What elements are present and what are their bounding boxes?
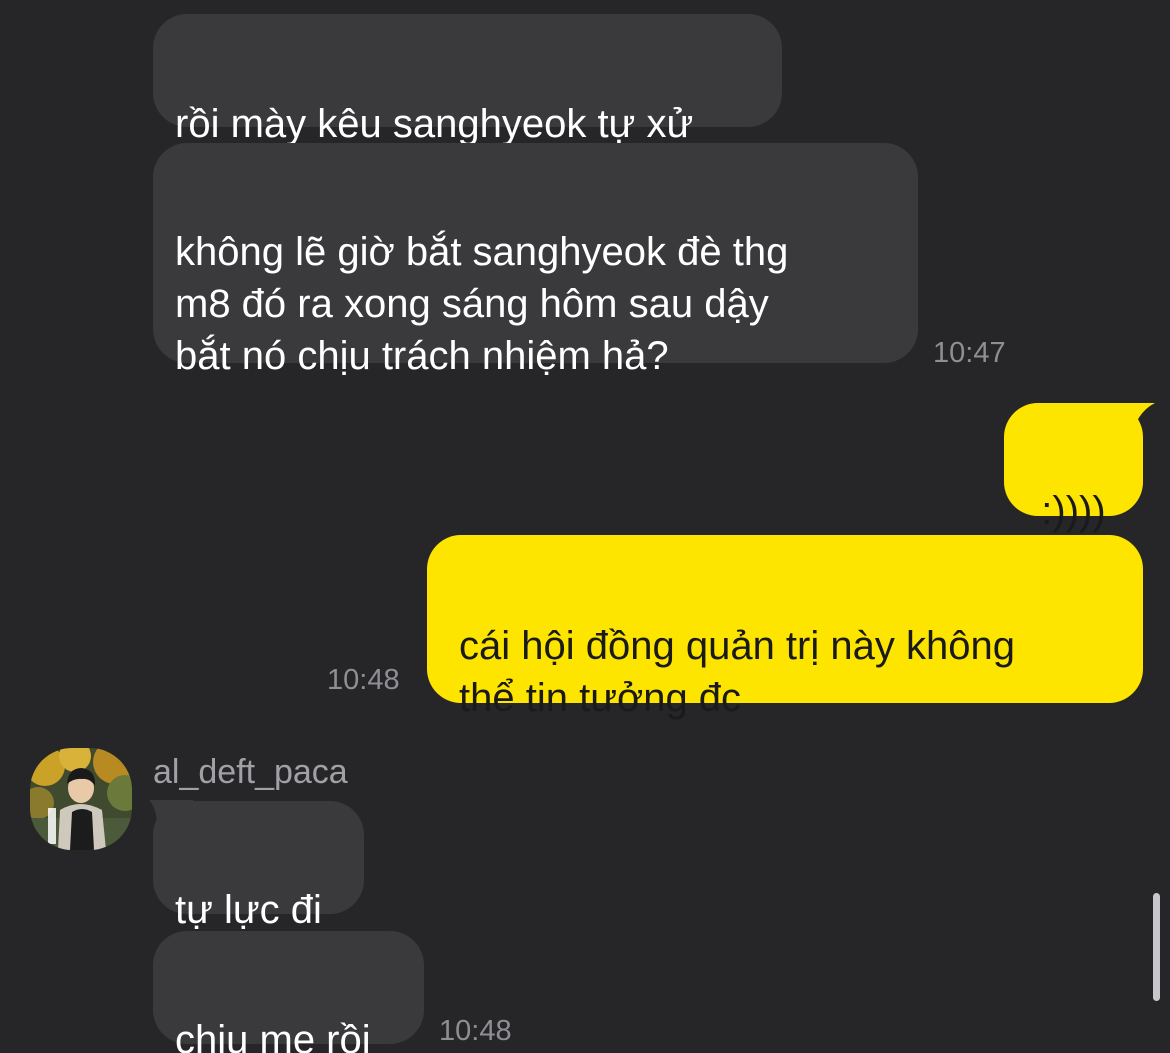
chat-thread[interactable]: rồi mày kêu sanghyeok tự xử không lẽ giờ… [0,0,1170,1053]
avatar-photo-icon [30,748,132,850]
message-timestamp: 10:48 [327,664,400,696]
message-text: không lẽ giờ bắt sanghyeok đè thg m8 đó … [175,230,789,378]
incoming-message-bubble[interactable]: rồi mày kêu sanghyeok tự xử [153,14,782,146]
sender-avatar[interactable] [30,748,132,850]
incoming-message-bubble[interactable]: không lẽ giờ bắt sanghyeok đè thg m8 đó … [153,143,918,378]
message-text: :)))) [1041,489,1106,533]
message-text: tự lực đi [175,888,322,932]
scrollbar-thumb[interactable] [1153,893,1160,1001]
message-text: chịu mẹ rồi [175,1018,371,1053]
message-timestamp: 10:48 [439,1015,512,1047]
outgoing-message-bubble[interactable]: :)))) [1004,403,1143,533]
incoming-message-bubble[interactable]: chịu mẹ rồi [153,931,424,1053]
message-timestamp: 10:47 [933,337,1006,369]
message-text: rồi mày kêu sanghyeok tự xử [175,102,694,146]
outgoing-message-bubble[interactable]: cái hội đồng quản trị này không thể tin … [427,535,1143,720]
message-text: cái hội đồng quản trị này không thể tin … [459,624,1015,720]
incoming-message-bubble[interactable]: tự lực đi [153,801,364,932]
sender-name: al_deft_paca [153,753,348,791]
